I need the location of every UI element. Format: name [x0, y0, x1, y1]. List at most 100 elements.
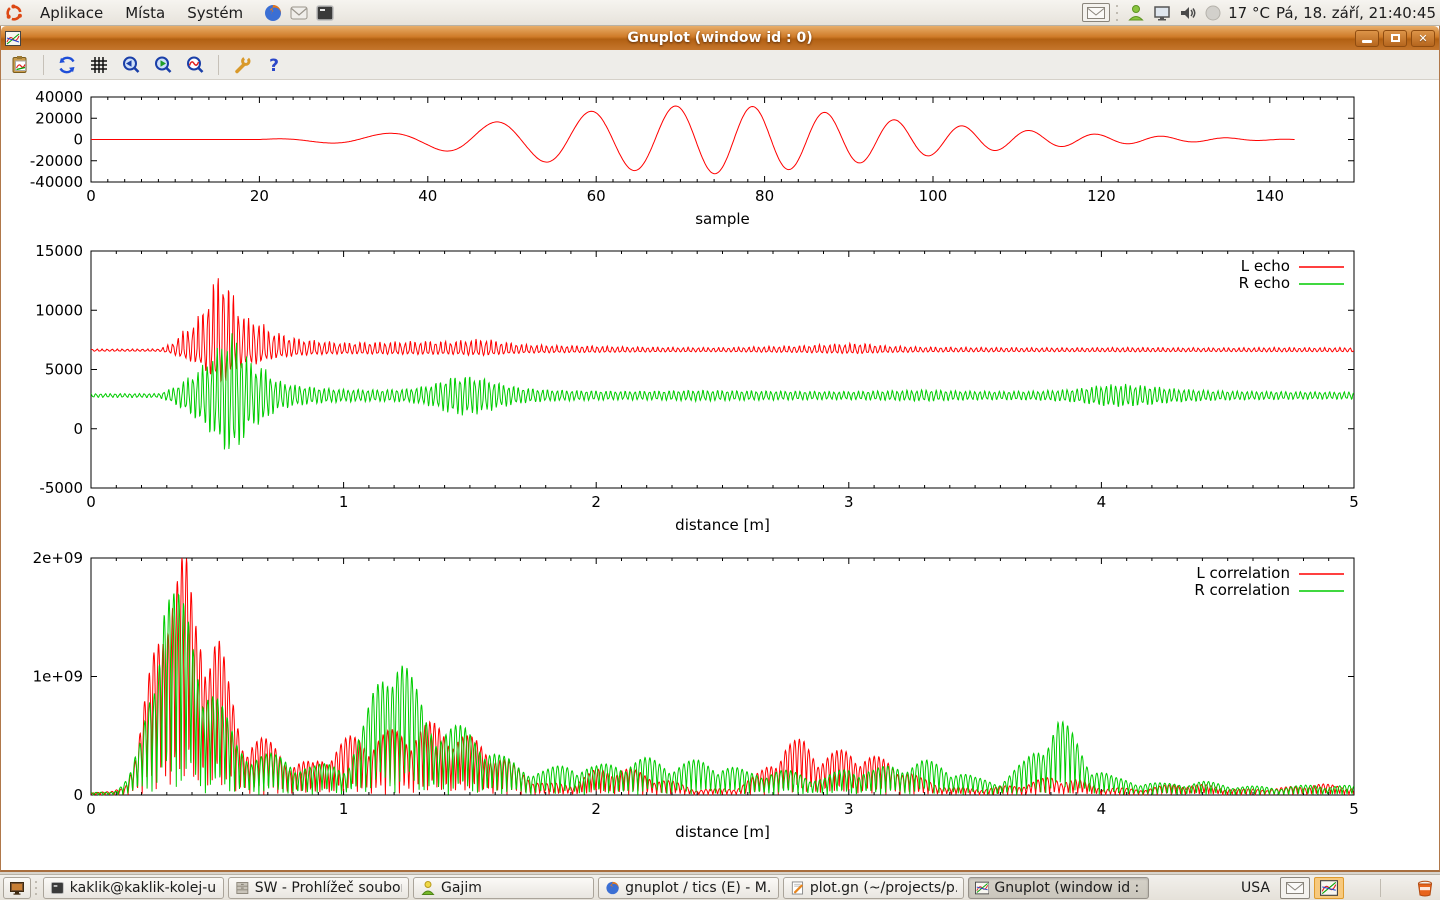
- taskbar-separator: [1380, 879, 1381, 897]
- x-tick-label: 140: [1255, 187, 1284, 205]
- close-button[interactable]: ✕: [1411, 30, 1435, 47]
- menu-system[interactable]: Systém: [177, 2, 253, 24]
- window-icon: [5, 31, 21, 46]
- x-tick-label: 100: [919, 187, 948, 205]
- taskbar-button-gajim[interactable]: Gajim: [413, 877, 594, 899]
- x-tick-label: 0: [86, 800, 96, 818]
- mail-indicator-icon[interactable]: [1082, 3, 1110, 22]
- chart-2: 01234501e+092e+09distance [m]L correlati…: [33, 549, 1359, 841]
- task-label: Gnuplot (window id : 0): [994, 880, 1142, 896]
- chart-0: 020406080100120140-40000-200000200004000…: [30, 88, 1354, 228]
- series-r-correlation: [91, 594, 1354, 795]
- task-label: gnuplot / tics (E) - M...: [625, 880, 772, 896]
- keyboard-layout-indicator[interactable]: USA: [1241, 880, 1270, 896]
- weather-icon[interactable]: [1204, 4, 1222, 22]
- task-label: kaklik@kaklik-kolej-u...: [70, 880, 217, 896]
- toolbar: ?: [1, 50, 1439, 80]
- y-tick-label: -40000: [30, 173, 83, 191]
- x-tick-label: 3: [844, 493, 854, 511]
- y-tick-label: 2e+09: [33, 549, 83, 567]
- show-desktop-button[interactable]: [3, 877, 31, 899]
- taskbar-button-gnuplot[interactable]: Gnuplot (window id : 0): [968, 877, 1149, 899]
- y-tick-label: 40000: [35, 88, 83, 106]
- x-tick-label: 80: [755, 187, 774, 205]
- y-tick-label: 0: [73, 131, 83, 149]
- ubuntu-logo-icon[interactable]: [4, 3, 24, 23]
- taskbar-button-terminal[interactable]: kaklik@kaklik-kolej-u...: [43, 877, 224, 899]
- x-tick-label: 2: [591, 800, 601, 818]
- y-tick-label: 0: [73, 420, 83, 438]
- x-tick-label: 1: [339, 493, 349, 511]
- menu-places[interactable]: Místa: [115, 2, 175, 24]
- zoom-previous-button[interactable]: [118, 52, 144, 78]
- zoom-next-button[interactable]: [150, 52, 176, 78]
- axis-ticks: [91, 97, 1354, 182]
- x-tick-label: 4: [1097, 493, 1107, 511]
- x-tick-label: 20: [250, 187, 269, 205]
- x-tick-label: 4: [1097, 800, 1107, 818]
- taskbar: kaklik@kaklik-kolej-u... SW - Prohlížeč …: [0, 874, 1440, 900]
- titlebar[interactable]: Gnuplot (window id : 0) ✕: [1, 26, 1439, 50]
- legend-label: L echo: [1241, 257, 1290, 275]
- y-tick-label: -20000: [30, 152, 83, 170]
- replot-button[interactable]: [54, 52, 80, 78]
- x-tick-label: 5: [1349, 800, 1359, 818]
- y-tick-label: 5000: [45, 361, 83, 379]
- grid-button[interactable]: [86, 52, 112, 78]
- series-l-echo: [91, 278, 1354, 382]
- toolbar-separator: [218, 55, 219, 75]
- legend-label: L correlation: [1196, 564, 1290, 582]
- window-title: Gnuplot (window id : 0): [1, 30, 1439, 46]
- plot-frame: [91, 251, 1354, 488]
- menu-applications[interactable]: Aplikace: [30, 2, 113, 24]
- y-tick-label: 1e+09: [33, 668, 83, 686]
- copy-to-clipboard-button[interactable]: [7, 52, 33, 78]
- x-tick-label: 60: [587, 187, 606, 205]
- volume-icon[interactable]: [1178, 3, 1198, 23]
- task-label: SW - Prohlížeč souborů: [255, 880, 402, 896]
- plot-frame: [91, 97, 1354, 182]
- help-button[interactable]: ?: [261, 52, 287, 78]
- x-tick-label: 40: [418, 187, 437, 205]
- legend-label: R correlation: [1194, 581, 1290, 599]
- minimize-button[interactable]: [1355, 30, 1379, 47]
- taskbar-button-editor[interactable]: plot.gn (~/projects/p...: [783, 877, 964, 899]
- firefox-launcher-icon[interactable]: [263, 3, 283, 23]
- task-label: Gajim: [441, 880, 482, 896]
- y-tick-label: 20000: [35, 109, 83, 127]
- tray-gnuplot-icon[interactable]: [1314, 877, 1344, 899]
- x-tick-label: 0: [86, 187, 96, 205]
- terminal-launcher-icon[interactable]: [315, 3, 335, 23]
- x-axis-label: distance [m]: [675, 516, 770, 534]
- clock-label[interactable]: Pá, 18. září, 21:40:45: [1276, 4, 1436, 22]
- x-tick-label: 2: [591, 493, 601, 511]
- legend-label: R echo: [1239, 274, 1290, 292]
- autoscale-button[interactable]: [182, 52, 208, 78]
- settings-button[interactable]: [229, 52, 255, 78]
- x-tick-label: 0: [86, 493, 96, 511]
- y-tick-label: 10000: [35, 301, 83, 319]
- tray-mail-icon[interactable]: [1280, 877, 1310, 899]
- x-tick-label: 5: [1349, 493, 1359, 511]
- x-axis-label: sample: [695, 210, 750, 228]
- y-tick-label: 15000: [35, 242, 83, 260]
- taskbar-button-file-manager[interactable]: SW - Prohlížeč souborů: [228, 877, 409, 899]
- x-tick-label: 3: [844, 800, 854, 818]
- axis-ticks: [91, 251, 1354, 488]
- taskbar-button-browser[interactable]: gnuplot / tics (E) - M...: [598, 877, 779, 899]
- x-tick-label: 120: [1087, 187, 1116, 205]
- temperature-label: 17 °C: [1228, 4, 1270, 22]
- plot-canvas[interactable]: 020406080100120140-40000-200000200004000…: [1, 80, 1439, 870]
- mail-launcher-icon[interactable]: [289, 3, 309, 23]
- tray-handle[interactable]: [1116, 5, 1120, 21]
- maximize-button[interactable]: [1383, 30, 1407, 47]
- plots: 020406080100120140-40000-200000200004000…: [1, 80, 1439, 870]
- series-signal: [91, 106, 1295, 174]
- trash-icon[interactable]: [1415, 878, 1435, 898]
- taskbar-handle[interactable]: [35, 879, 39, 897]
- toolbar-separator: [43, 55, 44, 75]
- user-switcher-icon[interactable]: [1126, 3, 1146, 23]
- chart-1: 012345-5000050001000015000distance [m]L …: [35, 242, 1358, 534]
- display-icon[interactable]: [1152, 3, 1172, 23]
- x-tick-label: 1: [339, 800, 349, 818]
